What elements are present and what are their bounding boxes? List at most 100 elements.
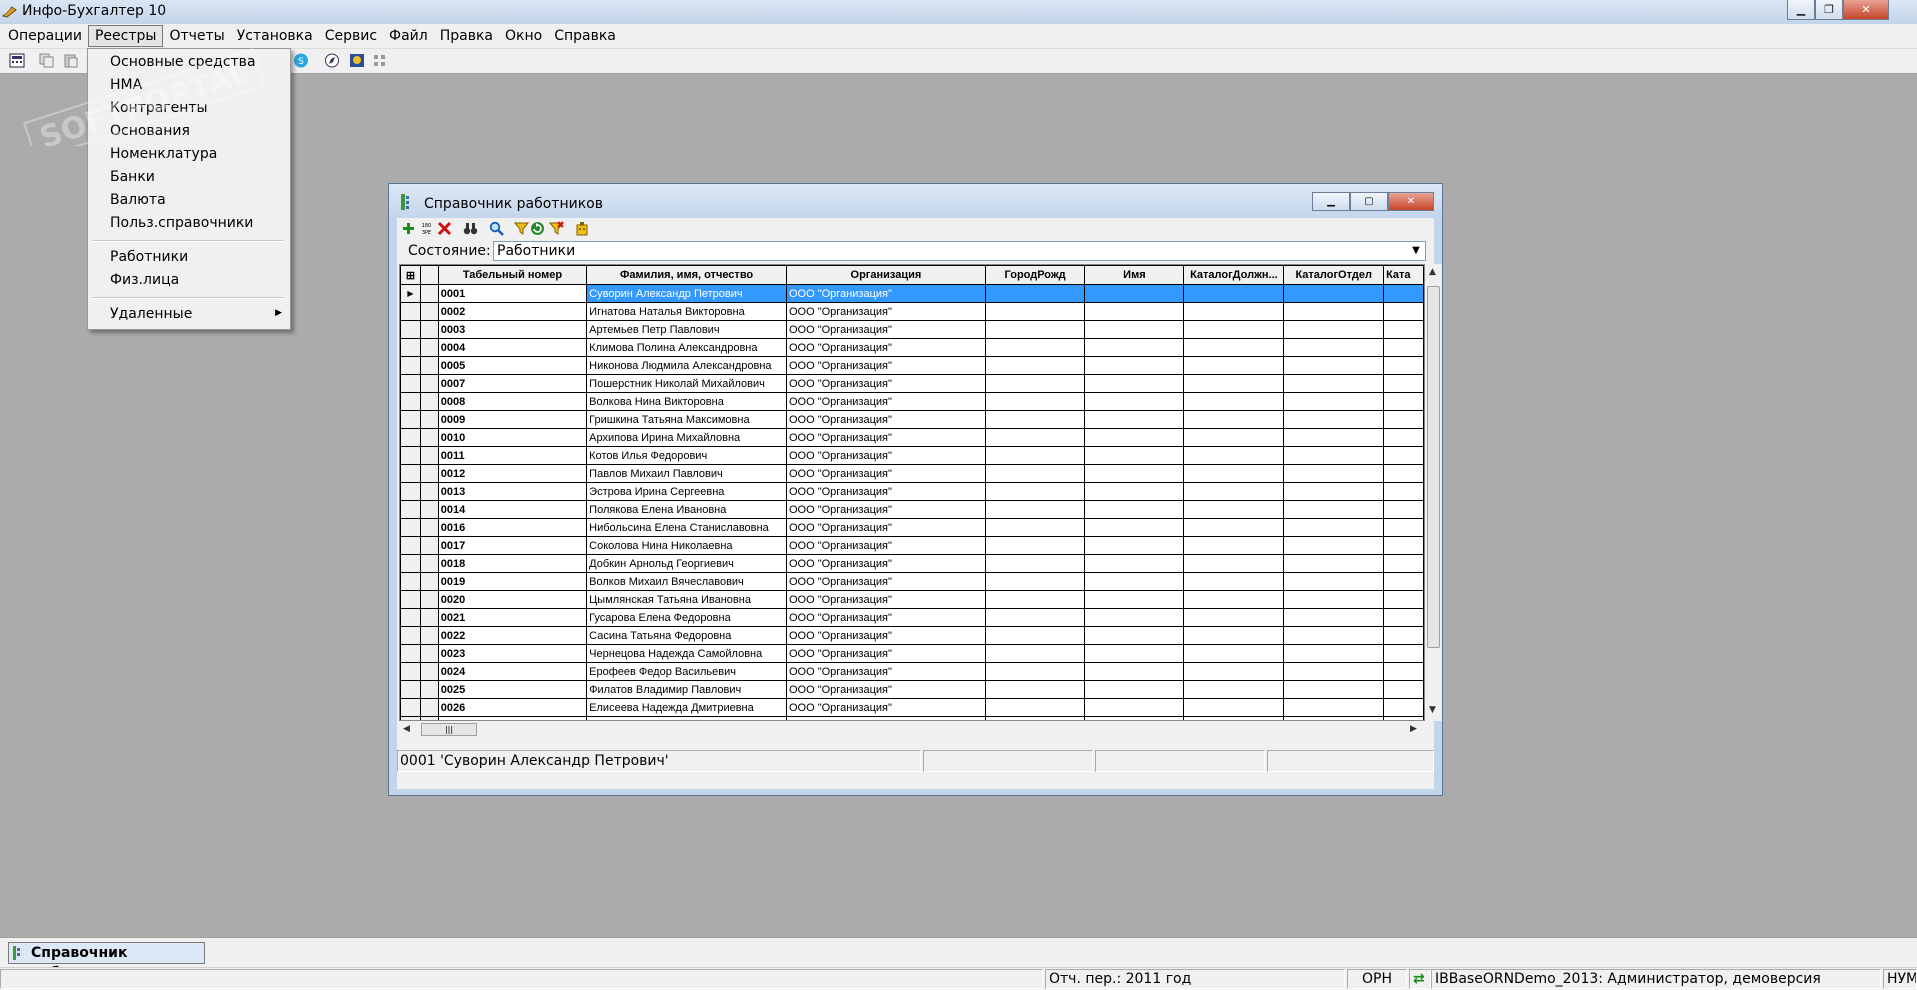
cell-empty[interactable] (1283, 338, 1385, 357)
cell-full-name[interactable]: Гусарова Елена Федоровна (586, 608, 787, 627)
cell-tab-number[interactable]: 0024 (437, 662, 588, 681)
cell-organization[interactable]: ООО "Организация" (786, 572, 986, 591)
row-indicator-cell[interactable] (400, 500, 421, 519)
cell-tab-number[interactable]: 0002 (437, 302, 588, 321)
cell-empty[interactable] (1283, 356, 1385, 375)
cell-tab-number[interactable]: 0008 (437, 392, 588, 411)
row-indicator-cell[interactable] (400, 680, 421, 699)
skype-icon[interactable]: S (293, 53, 309, 68)
cell-full-name[interactable]: Цымлянская Татьяна Ивановна (586, 590, 787, 609)
dd-counterparties[interactable]: Контрагенты (110, 100, 208, 116)
table-row[interactable]: 0008 Волкова Нина Викторовна ООО "Организа… (400, 392, 1424, 411)
cell-organization[interactable]: ООО "Организация" (786, 698, 986, 717)
chevron-down-icon[interactable]: ▼ (1407, 242, 1425, 260)
table-row[interactable]: 0002 Игнатова Наталья Викторовна ООО "Орга… (400, 302, 1424, 321)
cell-empty[interactable] (1084, 680, 1185, 699)
row-mark-cell[interactable] (419, 446, 439, 465)
cell-empty[interactable] (1084, 428, 1185, 447)
cell-empty[interactable] (1084, 554, 1185, 573)
cell-empty[interactable] (1383, 320, 1424, 339)
cell-full-name[interactable]: Суворин Александр Петрович (586, 284, 787, 303)
vertical-scrollbar[interactable]: ▲ ▼ (1425, 264, 1442, 721)
cell-empty[interactable] (1183, 626, 1285, 645)
settings-grid-icon[interactable] (372, 53, 388, 68)
row-mark-cell[interactable] (419, 392, 439, 411)
row-mark-cell[interactable] (419, 410, 439, 429)
cell-empty[interactable] (1383, 428, 1424, 447)
cell-empty[interactable] (984, 356, 1086, 375)
mdi-tab-workers[interactable]: Справочник работник... (8, 942, 205, 981)
cell-empty[interactable] (1283, 482, 1385, 501)
cell-empty[interactable] (984, 554, 1086, 573)
menu-window[interactable]: Окно (499, 26, 548, 46)
cell-empty[interactable] (1283, 626, 1385, 645)
cell-empty[interactable] (1383, 338, 1424, 357)
paste-icon[interactable] (63, 53, 79, 68)
cell-empty[interactable] (1084, 464, 1185, 483)
dd-user-directories[interactable]: Польз.справочники (110, 215, 253, 231)
row-mark-cell[interactable] (419, 518, 439, 537)
cell-empty[interactable] (1383, 698, 1424, 717)
cell-empty[interactable] (1084, 284, 1185, 303)
cell-empty[interactable] (1084, 374, 1185, 393)
row-indicator-cell[interactable] (400, 482, 421, 501)
cell-organization[interactable]: ООО "Организация" (786, 500, 986, 519)
row-mark-cell[interactable] (419, 536, 439, 555)
cell-empty[interactable] (984, 662, 1086, 681)
state-select[interactable]: Работники ▼ (493, 241, 1426, 261)
cell-empty[interactable] (1383, 608, 1424, 627)
table-row[interactable]: 0010 Архипова Ирина Михайловна ООО "Органи… (400, 428, 1424, 447)
cell-empty[interactable] (984, 500, 1086, 519)
cell-full-name[interactable]: Соколова Нина Николаевна (586, 536, 787, 555)
maximize-button[interactable]: ❐ (1815, 0, 1843, 20)
cell-empty[interactable] (1183, 428, 1285, 447)
row-indicator-cell[interactable] (400, 608, 421, 627)
row-indicator-cell[interactable] (400, 554, 421, 573)
table-row[interactable]: 0022 Сасина Татьяна Федоровна ООО "Организ… (400, 626, 1424, 645)
cell-empty[interactable] (1383, 482, 1424, 501)
row-mark-cell[interactable] (419, 500, 439, 519)
row-mark-cell[interactable] (419, 320, 439, 339)
cell-empty[interactable] (1383, 284, 1424, 303)
cell-empty[interactable] (1283, 608, 1385, 627)
cell-full-name[interactable]: Добкин Арнольд Георгиевич (586, 554, 787, 573)
cell-full-name[interactable]: Филатов Владимир Павлович (586, 680, 787, 699)
dd-banks[interactable]: Банки (110, 169, 155, 185)
cell-full-name[interactable]: Архипова Ирина Михайловна (586, 428, 787, 447)
scroll-up-icon[interactable]: ▲ (1429, 267, 1436, 277)
dd-fixed-assets[interactable]: Основные средства (110, 54, 256, 70)
cell-empty[interactable] (1084, 482, 1185, 501)
vertical-scroll-thumb[interactable] (1427, 286, 1440, 648)
cell-empty[interactable] (1383, 626, 1424, 645)
cell-empty[interactable] (1084, 644, 1185, 663)
cell-empty[interactable] (1383, 500, 1424, 519)
table-row[interactable]: 0024 Ерофеев Федор Васильевич ООО "Организ… (400, 662, 1424, 681)
row-indicator-cell[interactable] (400, 446, 421, 465)
cell-empty[interactable] (1183, 608, 1285, 627)
cell-empty[interactable] (1084, 320, 1185, 339)
table-row[interactable]: 0011 Котов Илья Федорович ООО "Организация… (400, 446, 1424, 465)
dd-workers[interactable]: Работники (110, 249, 188, 265)
menu-operations[interactable]: Операции (2, 26, 88, 46)
col-header-organization[interactable]: Организация (786, 265, 986, 285)
cell-empty[interactable] (1084, 356, 1185, 375)
cell-tab-number[interactable]: 0009 (437, 410, 588, 429)
row-indicator-cell[interactable] (400, 518, 421, 537)
cell-organization[interactable]: ООО "Организация" (786, 608, 986, 627)
cell-empty[interactable] (984, 590, 1086, 609)
menu-file[interactable]: Файл (383, 26, 434, 46)
row-indicator-cell[interactable] (400, 338, 421, 357)
cell-empty[interactable] (984, 536, 1086, 555)
numbering-icon[interactable]: 1803PE (419, 221, 434, 236)
cell-organization[interactable]: ООО "Организация" (786, 626, 986, 645)
cell-empty[interactable] (1383, 644, 1424, 663)
cell-empty[interactable] (1084, 302, 1185, 321)
cell-empty[interactable] (1383, 302, 1424, 321)
table-row[interactable]: 0007 Пошерстник Николай Михайлович ООО "Ор… (400, 374, 1424, 393)
table-row[interactable]: 0004 Климова Полина Александровна ООО "Орг… (400, 338, 1424, 357)
cell-empty[interactable] (1283, 464, 1385, 483)
table-row[interactable]: 0009 Гришкина Татьяна Максимовна ООО "Орга… (400, 410, 1424, 429)
cell-full-name[interactable]: Чернецова Надежда Самойловна (586, 644, 787, 663)
cell-empty[interactable] (984, 680, 1086, 699)
cell-empty[interactable] (1084, 500, 1185, 519)
